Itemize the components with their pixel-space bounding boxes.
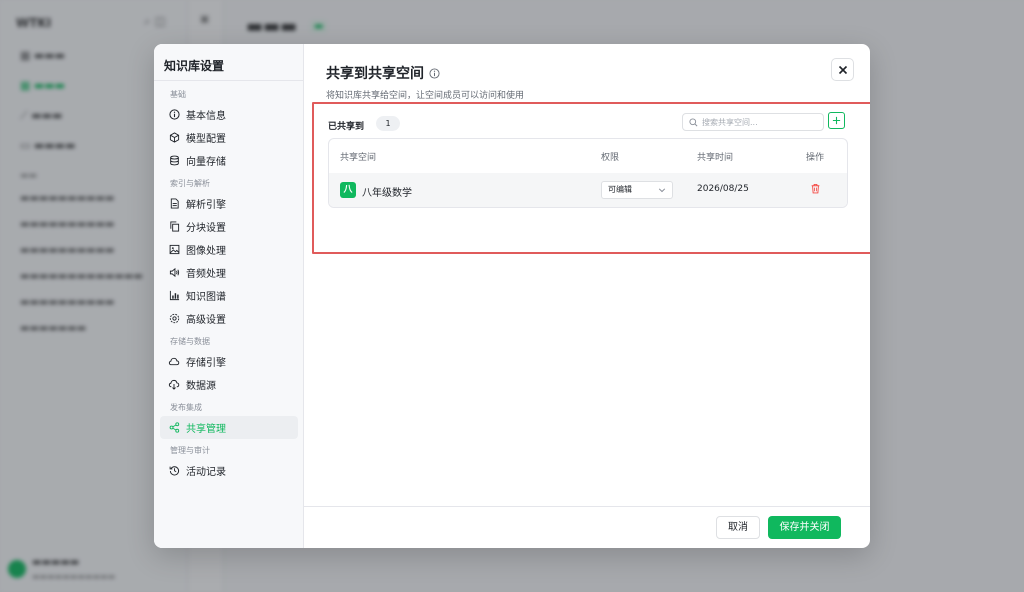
shared-spaces-panel: 已共享到 1 共享空间 权限 共享时间 操作 八 八年级数学 可编辑 <box>312 102 870 254</box>
page-title: 共享到共享空间 <box>326 63 440 83</box>
shared-spaces-table: 共享空间 权限 共享时间 操作 八 八年级数学 可编辑 2026/08/25 <box>328 138 848 208</box>
nav-item-label: 模型配置 <box>186 134 226 145</box>
nav-item-storage-engine[interactable]: 存储引擎 <box>160 350 298 373</box>
nav-item-model-config[interactable]: 模型配置 <box>160 126 298 149</box>
nav-item-label: 分块设置 <box>186 223 226 234</box>
close-icon <box>838 65 848 75</box>
nav-item-label: 共享管理 <box>186 424 226 435</box>
database-icon <box>168 155 180 167</box>
search-icon <box>689 117 698 127</box>
space-avatar: 八 <box>340 182 356 198</box>
nav-item-activity-log[interactable]: 活动记录 <box>160 459 298 482</box>
cloud-icon <box>168 356 180 368</box>
nav-item-advanced-settings[interactable]: 高级设置 <box>160 307 298 330</box>
share-time: 2026/08/25 <box>697 184 749 194</box>
chart-icon <box>168 290 180 302</box>
nav-item-knowledge-graph[interactable]: 知识图谱 <box>160 284 298 307</box>
footer-divider <box>304 506 870 507</box>
column-header-actions: 操作 <box>806 153 825 163</box>
nav-item-label: 知识图谱 <box>186 292 226 303</box>
permission-select[interactable]: 可编辑 <box>601 181 673 199</box>
info-icon[interactable] <box>429 67 440 79</box>
nav-section-audit: 管理与审计 <box>170 446 210 455</box>
copy-icon <box>168 221 180 233</box>
add-space-button[interactable] <box>828 112 845 129</box>
search-space-box[interactable] <box>682 113 824 131</box>
shared-to-label: 已共享到 <box>328 122 365 132</box>
nav-item-basic-info[interactable]: 基本信息 <box>160 103 298 126</box>
settings-nav-list: 基础 基本信息 模型配置 向量存储 索引与解析 解析引擎 分块设置 图像处理 音… <box>160 87 298 482</box>
nav-item-label: 存储引擎 <box>186 358 226 369</box>
chevron-down-icon <box>658 186 666 194</box>
table-row: 八 八年级数学 可编辑 2026/08/25 <box>329 173 847 207</box>
cancel-button[interactable]: 取消 <box>716 516 760 539</box>
settings-sidebar: 知识库设置 基础 基本信息 模型配置 向量存储 索引与解析 解析引擎 分块设置 … <box>154 44 304 548</box>
nav-section-storage-data: 存储与数据 <box>170 337 210 346</box>
nav-item-share-management[interactable]: 共享管理 <box>160 416 298 439</box>
settings-title: 知识库设置 <box>164 59 225 73</box>
close-button[interactable] <box>831 58 854 81</box>
permission-value: 可编辑 <box>608 185 632 194</box>
nav-item-label: 音频处理 <box>186 269 226 280</box>
cube-icon <box>168 132 180 144</box>
nav-item-label: 活动记录 <box>186 467 226 478</box>
nav-item-label: 图像处理 <box>186 246 226 257</box>
trash-icon <box>810 183 821 195</box>
speaker-icon <box>168 267 180 279</box>
nav-item-vector-storage[interactable]: 向量存储 <box>160 149 298 172</box>
cloud-download-icon <box>168 379 180 391</box>
nav-section-publish: 发布集成 <box>170 403 202 412</box>
column-header-share-time: 共享时间 <box>697 153 734 163</box>
share-icon <box>168 422 180 434</box>
page-description: 将知识库共享给空间，让空间成员可以访问和使用 <box>326 91 525 101</box>
gear-icon <box>168 313 180 325</box>
nav-item-chunk-settings[interactable]: 分块设置 <box>160 215 298 238</box>
nav-item-data-source[interactable]: 数据源 <box>160 373 298 396</box>
nav-item-parse-engine[interactable]: 解析引擎 <box>160 192 298 215</box>
column-header-permission: 权限 <box>601 153 620 163</box>
nav-item-image-processing[interactable]: 图像处理 <box>160 238 298 261</box>
shared-count-badge: 1 <box>376 116 400 131</box>
nav-item-label: 数据源 <box>186 381 216 392</box>
nav-section-index-parse: 索引与解析 <box>170 179 210 188</box>
column-header-space: 共享空间 <box>340 153 377 163</box>
nav-item-label: 向量存储 <box>186 157 226 168</box>
nav-item-audio-processing[interactable]: 音频处理 <box>160 261 298 284</box>
plus-icon <box>832 116 841 125</box>
delete-share-button[interactable] <box>810 183 822 195</box>
nav-item-label: 高级设置 <box>186 315 226 326</box>
image-icon <box>168 244 180 256</box>
nav-item-label: 基本信息 <box>186 111 226 122</box>
file-parse-icon <box>168 198 180 210</box>
nav-section-basic: 基础 <box>170 90 186 99</box>
history-icon <box>168 465 180 477</box>
search-space-input[interactable] <box>702 117 820 127</box>
save-and-close-button[interactable]: 保存并关闭 <box>768 516 841 539</box>
info-icon <box>168 109 180 121</box>
divider <box>154 80 304 81</box>
knowledge-base-settings-modal: 知识库设置 基础 基本信息 模型配置 向量存储 索引与解析 解析引擎 分块设置 … <box>154 44 870 548</box>
nav-item-label: 解析引擎 <box>186 200 226 211</box>
page-title-text: 共享到共享空间 <box>326 66 424 82</box>
space-name: 八年级数学 <box>362 188 412 199</box>
